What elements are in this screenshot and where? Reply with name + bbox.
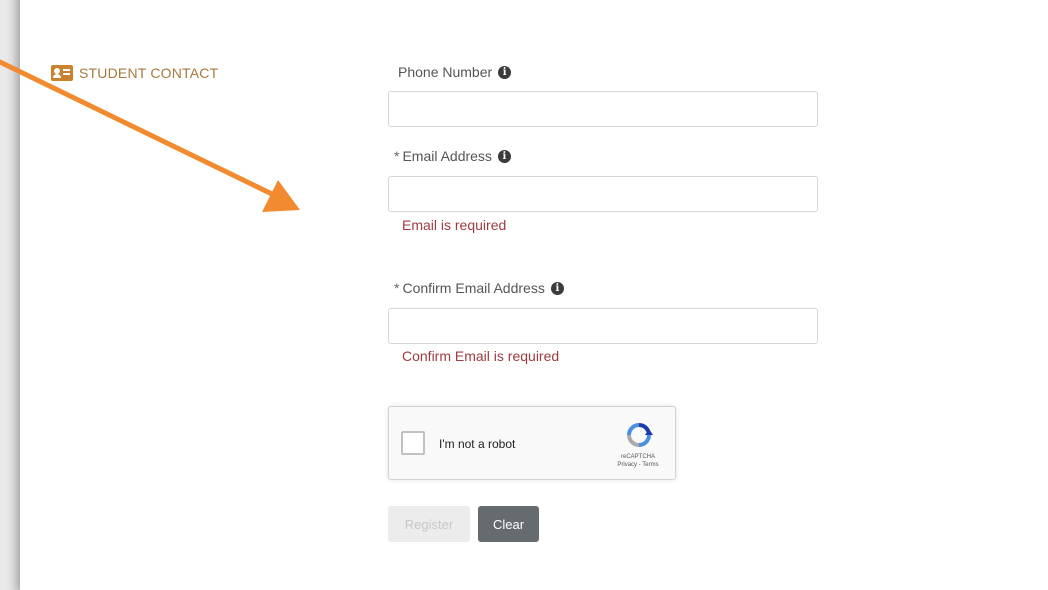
annotation-arrow-icon bbox=[0, 59, 300, 212]
